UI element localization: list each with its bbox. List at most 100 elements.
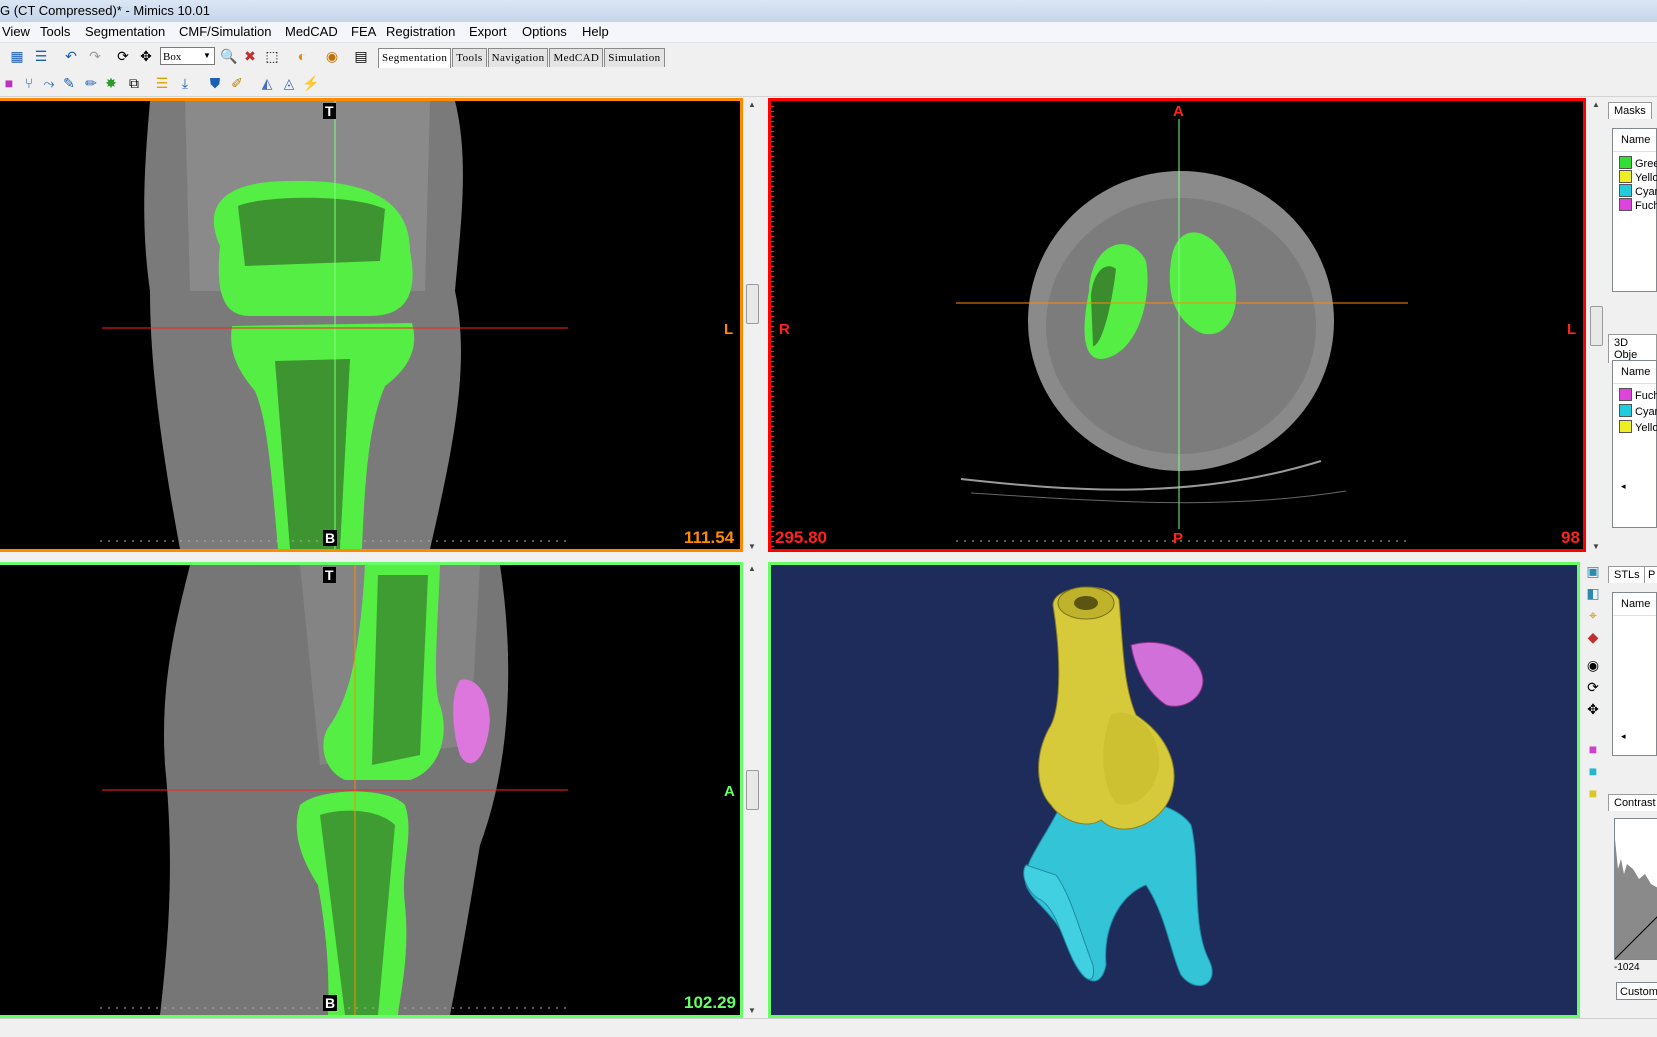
mask-item-fuchsia[interactable]: Fuch [1619,198,1657,212]
objects-name-header[interactable]: Name [1613,361,1656,384]
eye-icon[interactable]: ◉ [1584,656,1602,674]
axial-scrollbar[interactable]: ▲ ▼ [1588,98,1604,554]
axis-view-icon[interactable]: ⌖ [1584,606,1602,624]
tab-medcad[interactable]: MedCAD [549,48,604,67]
axial-right-label: L [1567,321,1577,338]
measure-icon[interactable]: ◉ [323,47,341,65]
scroll-thumb[interactable] [746,770,759,810]
status-bar [0,1018,1657,1037]
scroll-left-icon[interactable]: ◂ [1621,481,1626,492]
menu-fea[interactable]: FEA [349,24,378,39]
boolean-icon[interactable]: ⧉ [125,74,143,92]
tab-segmentation[interactable]: Segmentation [378,48,452,68]
scroll-down-icon[interactable]: ▼ [744,1004,760,1018]
list-icon[interactable]: ☰ [32,47,50,65]
rotate-icon[interactable]: ⟳ [114,47,132,65]
sagittal-bottom-label: B [323,995,338,1011]
menu-registration[interactable]: Registration [384,24,457,39]
coronal-slice-value: 111.54 [684,528,735,547]
tool-select[interactable]: Box ▼ [160,47,215,65]
menu-options[interactable]: Options [520,24,569,39]
front-view-icon[interactable]: ◧ [1584,584,1602,602]
box-view-icon[interactable]: ▣ [1584,562,1602,580]
zoom-in-icon[interactable]: 🔍 [220,47,238,65]
threshold-icon[interactable]: ■ [0,74,18,92]
redo-icon[interactable]: ↷ [86,47,104,65]
contrast-preset-select[interactable]: Custom [1616,982,1657,1000]
paint-icon[interactable]: ◆ [1584,628,1602,646]
menu-segmentation[interactable]: Segmentation [83,24,167,39]
grid-icon[interactable]: ▦ [8,47,26,65]
menu-export[interactable]: Export [467,24,509,39]
coronal-scrollbar[interactable]: ▲ ▼ [744,98,760,554]
pencil-icon[interactable]: ✎ [60,74,78,92]
tab-tools[interactable]: Tools [452,48,487,67]
mask-color-swatch [1619,170,1632,183]
masks-name-header[interactable]: Name [1613,129,1656,152]
tab-contrast[interactable]: Contrast [1608,794,1657,811]
scroll-up-icon[interactable]: ▲ [744,562,760,576]
object-item-cyan[interactable]: Cyan [1619,404,1657,418]
pan-3d-icon[interactable]: ✥ [1584,700,1602,718]
menu-cmf-simulation[interactable]: CMF/Simulation [177,24,273,39]
scroll-up-icon[interactable]: ▲ [744,98,760,112]
calc-polylines-icon[interactable]: ◬ [280,74,298,92]
cyan-object-icon[interactable]: ■ [1584,762,1602,780]
coronal-bottom-label: B [323,530,338,546]
brush-icon[interactable]: ✏ [82,74,100,92]
scroll-down-icon[interactable]: ▼ [744,540,760,554]
zoom-out-icon[interactable]: ✖ [241,47,259,65]
scroll-left-icon[interactable]: ◂ [1621,731,1626,742]
render-3d-view[interactable] [768,562,1580,1018]
tag-icon[interactable]: ✐ [228,74,246,92]
sagittal-scrollbar[interactable]: ▲ ▼ [744,562,760,1018]
morphology-icon[interactable]: ✸ [102,74,120,92]
coronal-top-label: T [323,103,336,119]
tab-simulation[interactable]: Simulation [604,48,665,67]
menu-medcad[interactable]: MedCAD [283,24,340,39]
tab-p[interactable]: P [1644,566,1657,583]
tab-stls[interactable]: STLs [1608,566,1646,583]
scroll-up-icon[interactable]: ▲ [1588,98,1604,112]
object-item-yellow[interactable]: Yello [1619,420,1657,434]
layers-icon[interactable]: ☰ [153,74,171,92]
zoom-fit-icon[interactable]: ⬚ [263,47,281,65]
edit-mask-icon[interactable]: ⤳ [40,74,58,92]
menu-tools[interactable]: Tools [38,24,72,39]
axial-view[interactable]: A P R L 295.80 98 [768,98,1586,552]
mask-item-green[interactable]: Gree [1619,156,1657,170]
object-color-swatch [1619,404,1632,417]
main-toolbar: ▦ ☰ ↶ ↷ ⟳ ✥ Box ▼ 🔍 ✖ ⬚ ◐ ◉ ▤ Segmentatio… [0,43,1657,69]
layout-icon[interactable]: ▤ [352,47,370,65]
mask-item-cyan[interactable]: Cyan [1619,184,1657,198]
title-bar: G (CT Compressed)* - Mimics 10.01 [0,0,1657,23]
scroll-down-icon[interactable]: ▼ [1588,540,1604,554]
tab-3d-objects[interactable]: 3D Obje [1608,334,1657,363]
coronal-view[interactable]: T B L 111.54 [0,98,743,552]
contrast-icon[interactable]: ◐ [293,47,311,65]
segmentation-toolbar: ■ ⑂ ⤳ ✎ ✏ ✸ ⧉ ☰ ⤓ ⛊ ✐ ◭ ◬ ⚡ [0,70,1657,97]
rotate-3d-icon[interactable]: ⟳ [1584,678,1602,696]
scroll-thumb[interactable] [1590,306,1603,346]
yellow-object-icon[interactable]: ■ [1584,784,1602,802]
tab-masks[interactable]: Masks [1608,102,1652,119]
object-item-fuchsia[interactable]: Fuch [1619,388,1657,402]
calc-3d-icon[interactable]: ◭ [258,74,276,92]
shield-icon[interactable]: ⛊ [206,74,224,92]
fuchsia-object-icon[interactable]: ■ [1584,740,1602,758]
region-grow-icon[interactable]: ⑂ [20,74,38,92]
mask-color-swatch [1619,198,1632,211]
fill-icon[interactable]: ⤓ [176,74,194,92]
menu-help[interactable]: Help [580,24,611,39]
wrap-icon[interactable]: ⚡ [302,74,320,92]
contrast-histogram[interactable] [1614,818,1657,960]
undo-icon[interactable]: ↶ [62,47,80,65]
sagittal-ct-image [100,565,568,1015]
menu-view[interactable]: View [0,24,32,39]
sagittal-view[interactable]: T B A 102.29 [0,562,743,1018]
tab-navigation[interactable]: Navigation [487,48,549,67]
mask-item-yellow[interactable]: Yello [1619,170,1657,184]
scroll-thumb[interactable] [746,284,759,324]
pan-icon[interactable]: ✥ [137,47,155,65]
stls-name-header[interactable]: Name [1613,593,1656,616]
